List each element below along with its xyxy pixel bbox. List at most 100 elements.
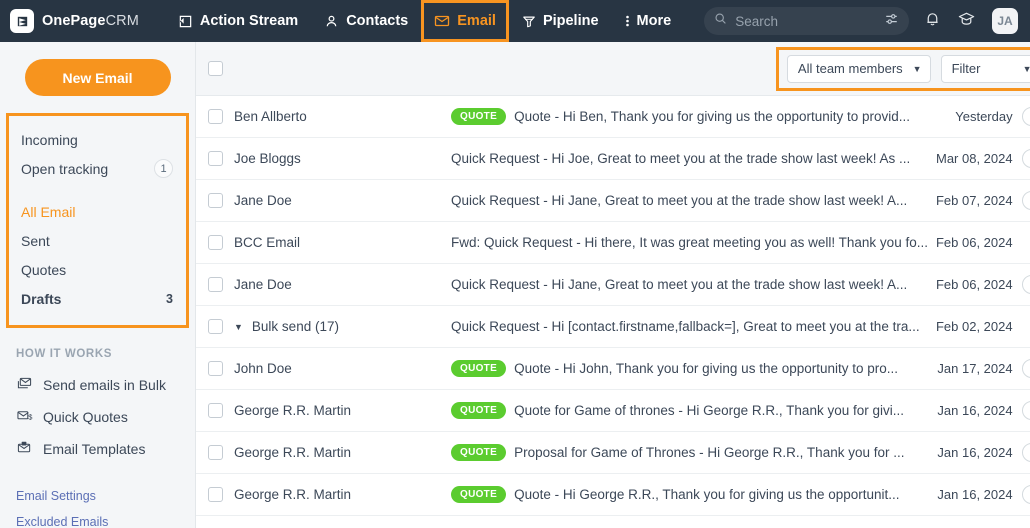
table-row[interactable]: Ben Allberto QUOTEQuote - Hi Ben, Thank y… [196,96,1030,138]
sender-cell: Jane Doe [223,277,451,292]
sender-name: Bulk send (17) [252,319,339,334]
nav-label: Pipeline [543,13,599,29]
team-members-dropdown[interactable]: All team members ▼ [787,55,931,83]
list-toolbar: All team members ▼ Filter ▼ [196,42,1030,96]
chevron-down-icon: ▼ [1023,64,1030,74]
subject-cell: Quick Request - Hi [contact.firstname,fa… [451,319,936,334]
graduation-cap-icon[interactable] [957,10,976,33]
subject-cell: QUOTEQuote - Hi Ben, Thank you for givin… [451,108,955,125]
email-subject: Quote - Hi John, Thank you for giving us… [514,361,937,376]
table-row[interactable]: George R.R. MartinQUOTEProposal for Game… [196,432,1030,474]
email-date: Jan 17, 2024 [937,361,1012,376]
open-count-badge [1022,317,1030,336]
quote-badge: QUOTE [451,402,506,419]
email-subject: Quick Request - Hi Jane, Great to meet y… [451,277,936,292]
open-count-badge [1022,233,1030,252]
how-it-works-title: HOW IT WORKS [0,348,195,360]
folder-label: All Email [21,204,173,220]
row-checkbox[interactable] [208,403,223,418]
filter-dropdown[interactable]: Filter ▼ [941,55,1030,83]
sender-cell: BCC Email [223,235,451,250]
brand-logo[interactable]: OnePageCRM [0,9,139,33]
folder-label: Incoming [21,132,173,148]
sidebar-item-all-email[interactable]: All Email [9,197,186,226]
table-row[interactable]: George R.R. MartinQUOTEQuote for Game of… [196,390,1030,432]
row-checkbox[interactable] [208,319,223,334]
link-email-settings[interactable]: Email Settings [16,489,179,503]
contacts-person-icon [324,14,339,29]
email-date: Feb 06, 2024 [936,235,1013,250]
search-icon [714,12,727,30]
sidebar-item-open-tracking[interactable]: Open tracking 1 [9,154,186,183]
bulk-envelopes-icon [16,376,33,394]
email-date: Feb 02, 2024 [936,319,1013,334]
row-checkbox[interactable] [208,277,223,292]
row-checkbox[interactable] [208,193,223,208]
email-list: Ben AllbertoQUOTEQuote - Hi Ben, Thank y… [196,96,1030,528]
open-count-badge: 1 [1022,359,1030,378]
sender-cell: George R.R. Martin [223,403,451,418]
sidebar-item-sent[interactable]: Sent [9,226,186,255]
email-subject: Quote - Hi Ben, Thank you for giving us … [514,109,955,124]
quote-badge: QUOTE [451,486,506,503]
table-row[interactable]: John DoeQUOTEQuote - Hi John, Thank you … [196,348,1030,390]
brand-name: OnePageCRM [42,13,139,29]
nav-label: More [637,13,672,29]
email-date: Yesterday [955,109,1012,124]
folder-list: Incoming Open tracking 1 All Email Sent … [6,113,189,328]
table-row[interactable]: BCC EmailFwd: Quick Request - Hi there, … [196,222,1030,264]
sidebar-item-quotes[interactable]: Quotes [9,255,186,284]
row-checkbox[interactable] [208,235,223,250]
bell-icon[interactable] [924,10,941,33]
nav-item-action-stream[interactable]: Action Stream [165,0,311,42]
email-subject: Fwd: Quick Request - Hi there, It was gr… [451,235,936,250]
open-tracking-badge: 1 [154,159,173,178]
avatar[interactable]: JA [992,8,1018,34]
filter-controls: All team members ▼ Filter ▼ [776,47,1030,91]
how-it-works-send-emails-in-bulk[interactable]: Send emails in Bulk [0,369,195,401]
expand-triangle-icon[interactable]: ▼ [234,322,243,332]
open-count-badge: 1 [1022,149,1030,168]
row-checkbox[interactable] [208,361,223,376]
nav-item-pipeline[interactable]: Pipeline [509,0,612,42]
sender-cell: George R.R. Martin [223,445,451,460]
open-count-badge: 1 [1022,485,1030,504]
sender-name: Ben Allberto [234,109,307,124]
row-checkbox[interactable] [208,109,223,124]
main-nav: Action Stream Contacts Email Pipeline [165,0,684,42]
row-checkbox[interactable] [208,445,223,460]
email-date: Feb 06, 2024 [936,277,1013,292]
action-stream-icon [178,14,193,29]
top-navigation-bar: OnePageCRM Action Stream Contacts Email [0,0,1030,42]
sender-name: George R.R. Martin [234,403,351,418]
folder-label: Drafts [21,291,166,307]
onepagecrm-logo-icon [10,9,34,33]
row-checkbox[interactable] [208,151,223,166]
sidebar-item-incoming[interactable]: Incoming [9,125,186,154]
sender-cell: Joe Bloggs [223,151,451,166]
table-row[interactable]: Joe BloggsQuick Request - Hi Joe, Great … [196,138,1030,180]
new-email-button[interactable]: New Email [25,59,171,96]
quote-badge: QUOTE [451,444,506,461]
table-row[interactable]: Jane DoeQuick Request - Hi Jane, Great t… [196,264,1030,306]
filter-sliders-icon[interactable] [884,12,899,31]
how-it-works-quick-quotes[interactable]: $ Quick Quotes [0,401,195,433]
nav-item-email[interactable]: Email [421,0,509,42]
table-row[interactable]: Jane DoeQuick Request - Hi Jane, Great t… [196,180,1030,222]
envelope-dollar-icon: $ [16,408,33,426]
table-row[interactable]: ▼ Bulk send (17) Quick Request - Hi [conta… [196,306,1030,348]
open-count-badge: 1 [1022,107,1030,126]
page-body: New Email Incoming Open tracking 1 All E… [0,42,1030,528]
how-it-works-email-templates[interactable]: Email Templates [0,433,195,465]
nav-item-contacts[interactable]: Contacts [311,0,421,42]
team-members-value: All team members [798,61,903,76]
table-row[interactable]: George R.R. MartinQUOTEQuote - Hi George… [196,474,1030,516]
link-excluded-emails[interactable]: Excluded Emails [16,515,179,528]
select-all-checkbox[interactable] [208,61,223,76]
nav-item-more[interactable]: More [612,0,685,42]
filter-value: Filter [952,61,981,76]
row-checkbox[interactable] [208,487,223,502]
sidebar-item-drafts[interactable]: Drafts 3 [9,284,186,313]
open-count-badge: 2 [1022,275,1030,294]
search-input[interactable]: Search [704,7,909,35]
